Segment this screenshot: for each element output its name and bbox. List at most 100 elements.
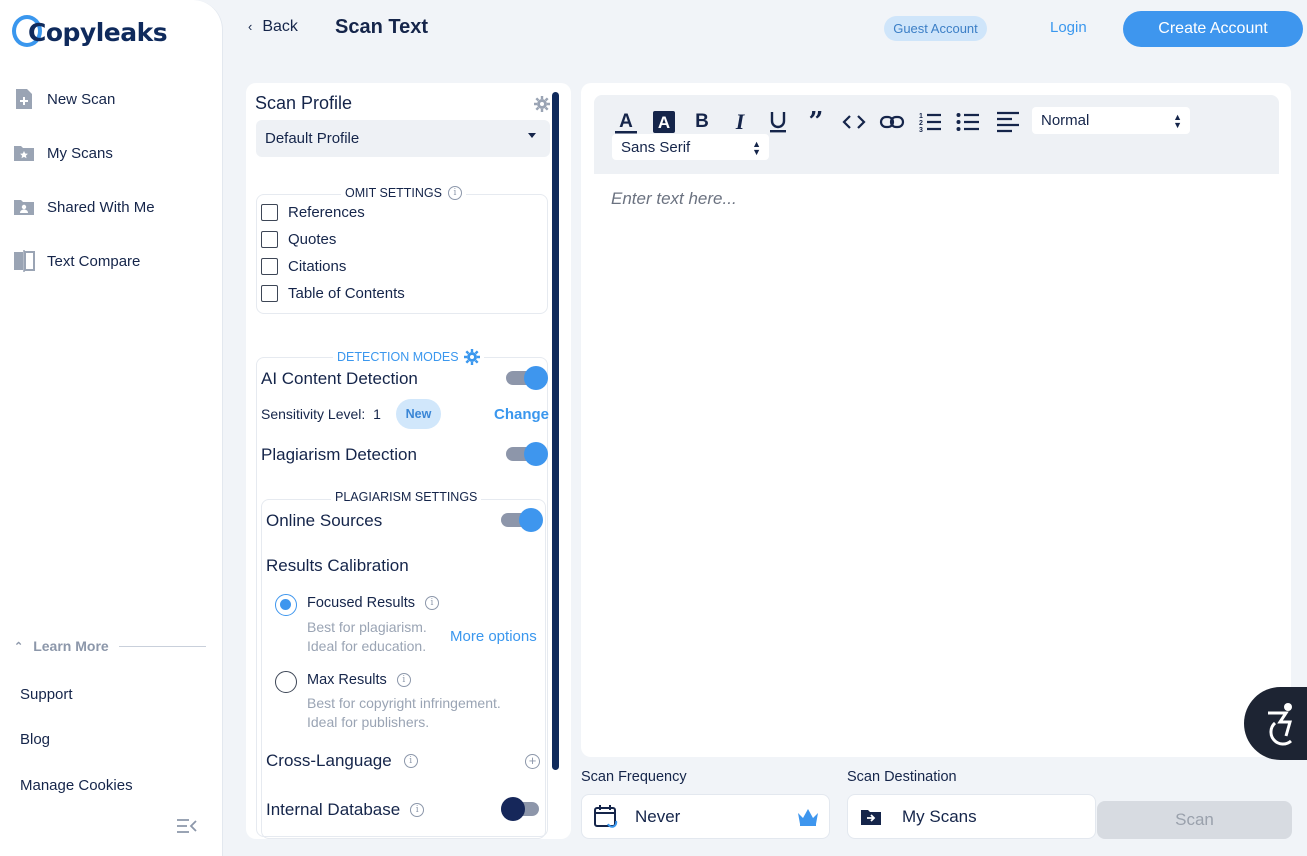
create-account-button[interactable]: Create Account [1123, 11, 1303, 47]
info-icon[interactable]: i [425, 596, 439, 610]
back-label: Back [262, 18, 298, 35]
text-editor-input[interactable]: Enter text here... [611, 189, 737, 209]
max-results-radio[interactable] [275, 671, 297, 693]
scan-button[interactable]: Scan [1097, 801, 1292, 839]
sidebar-item-shared-with-me[interactable]: Shared With Me [13, 196, 155, 218]
select-arrows-icon: ▲ ▼ [752, 139, 761, 157]
more-options-link[interactable]: More options [450, 628, 537, 645]
internal-database-toggle[interactable] [501, 797, 543, 821]
bold-icon[interactable]: B [688, 108, 716, 136]
omit-citations-checkbox[interactable]: Citations [261, 258, 346, 275]
scan-frequency-value: Never [635, 806, 681, 826]
plagiarism-settings-title: PLAGIARISM SETTINGS [331, 490, 482, 504]
checkbox[interactable] [261, 285, 278, 302]
scan-destination-label: Scan Destination [847, 769, 957, 785]
scan-destination-select[interactable]: My Scans [847, 794, 1096, 839]
divider [118, 645, 206, 647]
text-color-icon[interactable]: A [612, 108, 640, 136]
toggle-knob [524, 366, 548, 390]
focused-results-radio[interactable] [275, 594, 297, 616]
omit-quotes-checkbox[interactable]: Quotes [261, 231, 336, 248]
ordered-list-icon[interactable]: 123 [916, 108, 944, 136]
info-icon[interactable]: i [410, 803, 425, 817]
internal-database-label: Internal Database [266, 800, 401, 819]
svg-text:A: A [658, 113, 670, 132]
checkbox[interactable] [261, 231, 278, 248]
checkbox-label: Citations [288, 258, 347, 275]
omit-toc-checkbox[interactable]: Table of Contents [261, 285, 405, 302]
scan-frequency-select[interactable]: Never [581, 794, 830, 839]
select-arrows-icon: ▲ ▼ [1173, 112, 1182, 130]
italic-icon[interactable]: I [726, 108, 754, 136]
max-results-text: Max Results [307, 672, 387, 688]
online-sources-toggle[interactable] [501, 508, 543, 532]
sidebar-item-text-compare[interactable]: Text Compare [13, 250, 140, 272]
font-select[interactable]: Sans Serif ▲ ▼ [612, 134, 769, 160]
quote-icon[interactable]: ” [802, 107, 830, 137]
gear-icon[interactable] [534, 96, 550, 112]
focused-results-description: Best for plagiarism. Ideal for education… [307, 618, 427, 656]
omit-settings-title: OMIT SETTINGS i [341, 186, 466, 200]
chevron-left-icon: ‹ [248, 19, 253, 34]
link-icon[interactable] [878, 108, 906, 136]
manage-cookies-link[interactable]: Manage Cookies [20, 777, 133, 794]
focused-results-text: Focused Results [307, 595, 415, 611]
learn-more-toggle[interactable]: ⌃ Learn More [14, 638, 206, 654]
info-icon[interactable]: i [396, 673, 411, 687]
checkbox-label: References [288, 204, 365, 221]
detection-modes-title: DETECTION MODES [333, 349, 484, 365]
checkbox[interactable] [261, 204, 278, 221]
toggle-knob [524, 442, 548, 466]
accessibility-button[interactable] [1244, 687, 1307, 760]
highlight-icon[interactable]: A [650, 108, 678, 136]
calendar-refresh-icon [594, 804, 618, 830]
omit-references-checkbox[interactable]: References [261, 204, 365, 221]
page-title: Scan Text [335, 16, 428, 38]
blog-link[interactable]: Blog [20, 731, 50, 748]
profile-select[interactable]: Default Profile [256, 120, 550, 157]
new-file-icon [13, 88, 35, 110]
online-sources-label: Online Sources [266, 511, 383, 530]
collapse-sidebar-icon[interactable] [176, 817, 198, 835]
support-link[interactable]: Support [20, 686, 73, 703]
cross-language-row: Cross-Language i [266, 751, 418, 771]
toggle-knob [501, 797, 525, 821]
ai-content-detection-toggle[interactable] [506, 366, 548, 390]
description-line: Ideal for publishers. [307, 714, 430, 730]
max-results-description: Best for copyright infringement. Ideal f… [307, 694, 501, 732]
sidebar-item-label: Text Compare [47, 252, 141, 270]
sidebar-item-my-scans[interactable]: My Scans [13, 142, 113, 164]
sidebar-item-label: New Scan [47, 90, 116, 108]
ai-content-detection-label: AI Content Detection [261, 369, 418, 388]
info-icon[interactable]: i [403, 754, 418, 768]
bullet-list-icon[interactable] [954, 108, 982, 136]
chevron-up-icon: ⌃ [14, 640, 24, 653]
caret-down-icon [528, 133, 536, 138]
checkbox[interactable] [261, 258, 278, 275]
gear-icon[interactable] [463, 349, 480, 365]
learn-more-label: Learn More [33, 638, 109, 654]
guest-account-badge: Guest Account [884, 16, 987, 41]
align-icon[interactable] [994, 108, 1022, 136]
crown-icon [796, 807, 820, 827]
profile-scrollbar[interactable] [552, 92, 559, 770]
plagiarism-settings-box [261, 499, 546, 839]
sensitivity-level: Sensitivity Level: 1 [261, 406, 381, 422]
back-button[interactable]: ‹ Back [248, 18, 298, 36]
underline-icon[interactable] [764, 108, 792, 136]
expand-plus-icon[interactable]: + [525, 754, 540, 769]
text-size-select[interactable]: Normal ▲ ▼ [1032, 107, 1190, 134]
new-badge: New [396, 399, 441, 429]
login-link[interactable]: Login [1050, 19, 1087, 36]
copyleaks-logo[interactable]: Copyleaks [12, 15, 168, 47]
change-sensitivity-link[interactable]: Change [494, 406, 549, 423]
svg-text:A: A [619, 111, 633, 132]
info-icon[interactable]: i [448, 186, 462, 200]
folder-arrow-icon [860, 808, 882, 826]
sidebar-item-new-scan[interactable]: New Scan [13, 88, 115, 110]
results-calibration-label: Results Calibration [266, 556, 409, 575]
scan-frequency-label: Scan Frequency [581, 769, 687, 785]
plagiarism-detection-toggle[interactable] [506, 442, 548, 466]
code-icon[interactable] [840, 108, 868, 136]
accessibility-icon [1260, 701, 1302, 747]
